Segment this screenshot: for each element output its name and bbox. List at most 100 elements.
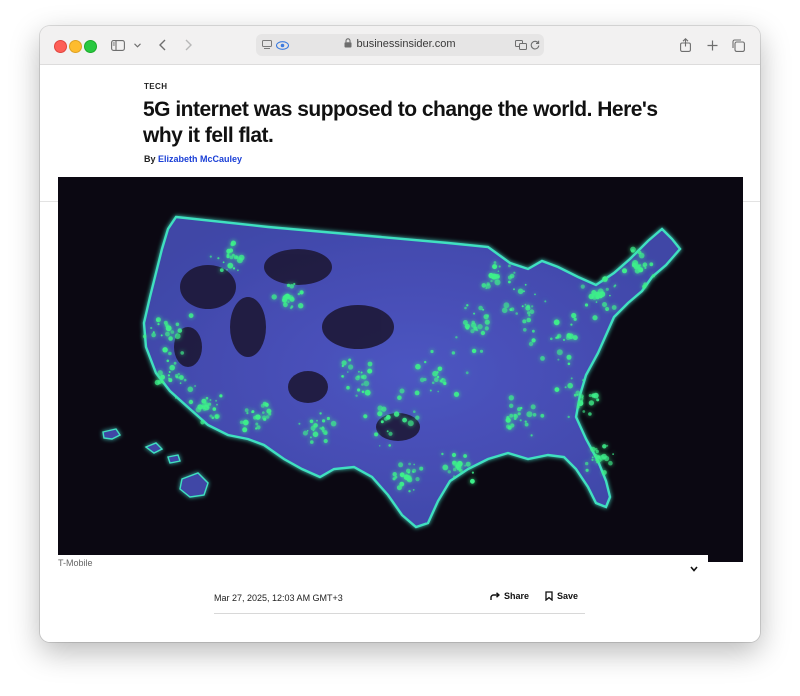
coverage-dot bbox=[597, 455, 601, 459]
coverage-dot bbox=[485, 287, 488, 290]
coverage-dot bbox=[582, 410, 586, 413]
zoom-window-button[interactable] bbox=[84, 40, 97, 53]
coverage-dot bbox=[591, 456, 594, 459]
coverage-dot bbox=[521, 305, 524, 308]
coverage-dot bbox=[570, 377, 573, 380]
coverage-dot bbox=[452, 475, 456, 479]
coverage-dot bbox=[510, 307, 515, 312]
share-arrow-icon bbox=[490, 591, 500, 600]
coverage-dot bbox=[602, 444, 607, 449]
coverage-dot bbox=[599, 291, 606, 298]
author-link[interactable]: Elizabeth McCauley bbox=[158, 154, 242, 164]
coverage-dot bbox=[162, 347, 168, 353]
coverage-dot bbox=[567, 415, 570, 419]
coverage-dot bbox=[355, 394, 358, 397]
coverage-dot bbox=[602, 276, 608, 282]
coverage-dot bbox=[361, 383, 364, 386]
coverage-dot bbox=[251, 410, 255, 414]
coverage-dot bbox=[177, 328, 183, 333]
coverage-dot bbox=[163, 320, 168, 325]
coverage-dot bbox=[312, 429, 315, 432]
coverage-dot bbox=[154, 379, 161, 386]
sidebar-icon[interactable] bbox=[110, 35, 126, 55]
coverage-dot bbox=[649, 262, 654, 267]
share-button[interactable]: Share bbox=[490, 591, 529, 601]
coverage-dot bbox=[508, 395, 514, 401]
coverage-dot bbox=[452, 467, 457, 472]
coverage-dot bbox=[588, 400, 595, 406]
coverage-dot bbox=[205, 396, 209, 400]
coverage-dot bbox=[602, 470, 607, 475]
coverage-dot bbox=[455, 336, 458, 339]
coverage-dot bbox=[262, 411, 265, 414]
tab-overview-icon[interactable] bbox=[731, 35, 745, 55]
coverage-dot bbox=[326, 416, 330, 421]
coverage-dot bbox=[226, 253, 230, 256]
coverage-dot bbox=[179, 375, 184, 380]
coverage-dot bbox=[490, 279, 493, 283]
coverage-dot bbox=[242, 427, 248, 433]
coverage-dot bbox=[212, 407, 217, 411]
coverage-dot bbox=[580, 284, 585, 289]
coverage-dot bbox=[357, 370, 360, 373]
coverage-dot bbox=[483, 314, 489, 320]
coverage-dot bbox=[219, 394, 223, 398]
coverage-dot bbox=[397, 395, 402, 400]
coverage-dot bbox=[596, 398, 600, 402]
coverage-dot bbox=[302, 430, 308, 436]
minimize-window-button[interactable] bbox=[69, 40, 82, 53]
coverage-dot bbox=[179, 382, 182, 385]
coverage-dot bbox=[283, 302, 288, 308]
coverage-dot bbox=[286, 295, 291, 300]
coverage-dot bbox=[566, 354, 572, 360]
reload-icon[interactable] bbox=[529, 39, 541, 51]
coverage-dot bbox=[297, 292, 300, 296]
chevron-down-icon[interactable] bbox=[132, 35, 142, 55]
coverage-dot bbox=[524, 303, 527, 306]
coverage-dot bbox=[419, 377, 425, 383]
coverage-dot bbox=[194, 385, 197, 387]
coverage-dot bbox=[508, 264, 511, 268]
coverage-dot bbox=[168, 336, 173, 341]
coverage-dot bbox=[477, 324, 483, 330]
back-icon[interactable] bbox=[156, 35, 168, 55]
coverage-dot bbox=[556, 349, 563, 356]
coverage-dot bbox=[452, 460, 458, 466]
coverage-dot bbox=[459, 468, 463, 473]
coverage-dot bbox=[407, 471, 410, 474]
coverage-dot bbox=[175, 322, 180, 327]
coverage-dot bbox=[188, 399, 194, 405]
coverage-dot bbox=[160, 374, 165, 380]
coverage-dot bbox=[523, 328, 527, 332]
coverage-dot bbox=[289, 306, 293, 310]
section-label[interactable]: TECH bbox=[144, 82, 167, 91]
coverage-dot bbox=[484, 319, 490, 325]
new-tab-icon[interactable] bbox=[705, 35, 719, 55]
caption-expand-chevron-icon[interactable] bbox=[690, 559, 698, 577]
coverage-dot bbox=[268, 412, 272, 416]
save-button[interactable]: Save bbox=[545, 591, 578, 601]
coverage-dot bbox=[591, 458, 594, 461]
coverage-dot bbox=[157, 370, 163, 376]
coverage-dot bbox=[437, 390, 440, 393]
translate-icon[interactable] bbox=[514, 39, 527, 51]
coverage-dot bbox=[490, 273, 497, 280]
coverage-dot bbox=[412, 468, 417, 473]
coverage-dot bbox=[510, 423, 515, 428]
forward-icon[interactable] bbox=[182, 35, 194, 55]
coverage-dot bbox=[506, 424, 511, 429]
close-window-button[interactable] bbox=[54, 40, 67, 53]
address-bar[interactable]: businessinsider.com bbox=[256, 34, 544, 56]
coverage-dot bbox=[150, 326, 153, 330]
coverage-dot bbox=[388, 444, 392, 447]
share-sheet-icon[interactable] bbox=[678, 35, 692, 55]
coverage-dot bbox=[492, 264, 498, 270]
coverage-dot bbox=[399, 388, 405, 394]
coverage-dot bbox=[216, 403, 218, 406]
coverage-dot bbox=[443, 381, 447, 386]
coverage-dot bbox=[595, 301, 598, 303]
coverage-dot bbox=[180, 351, 184, 355]
lock-icon bbox=[344, 38, 352, 51]
coverage-dot bbox=[237, 269, 239, 272]
coverage-dot bbox=[151, 332, 156, 338]
